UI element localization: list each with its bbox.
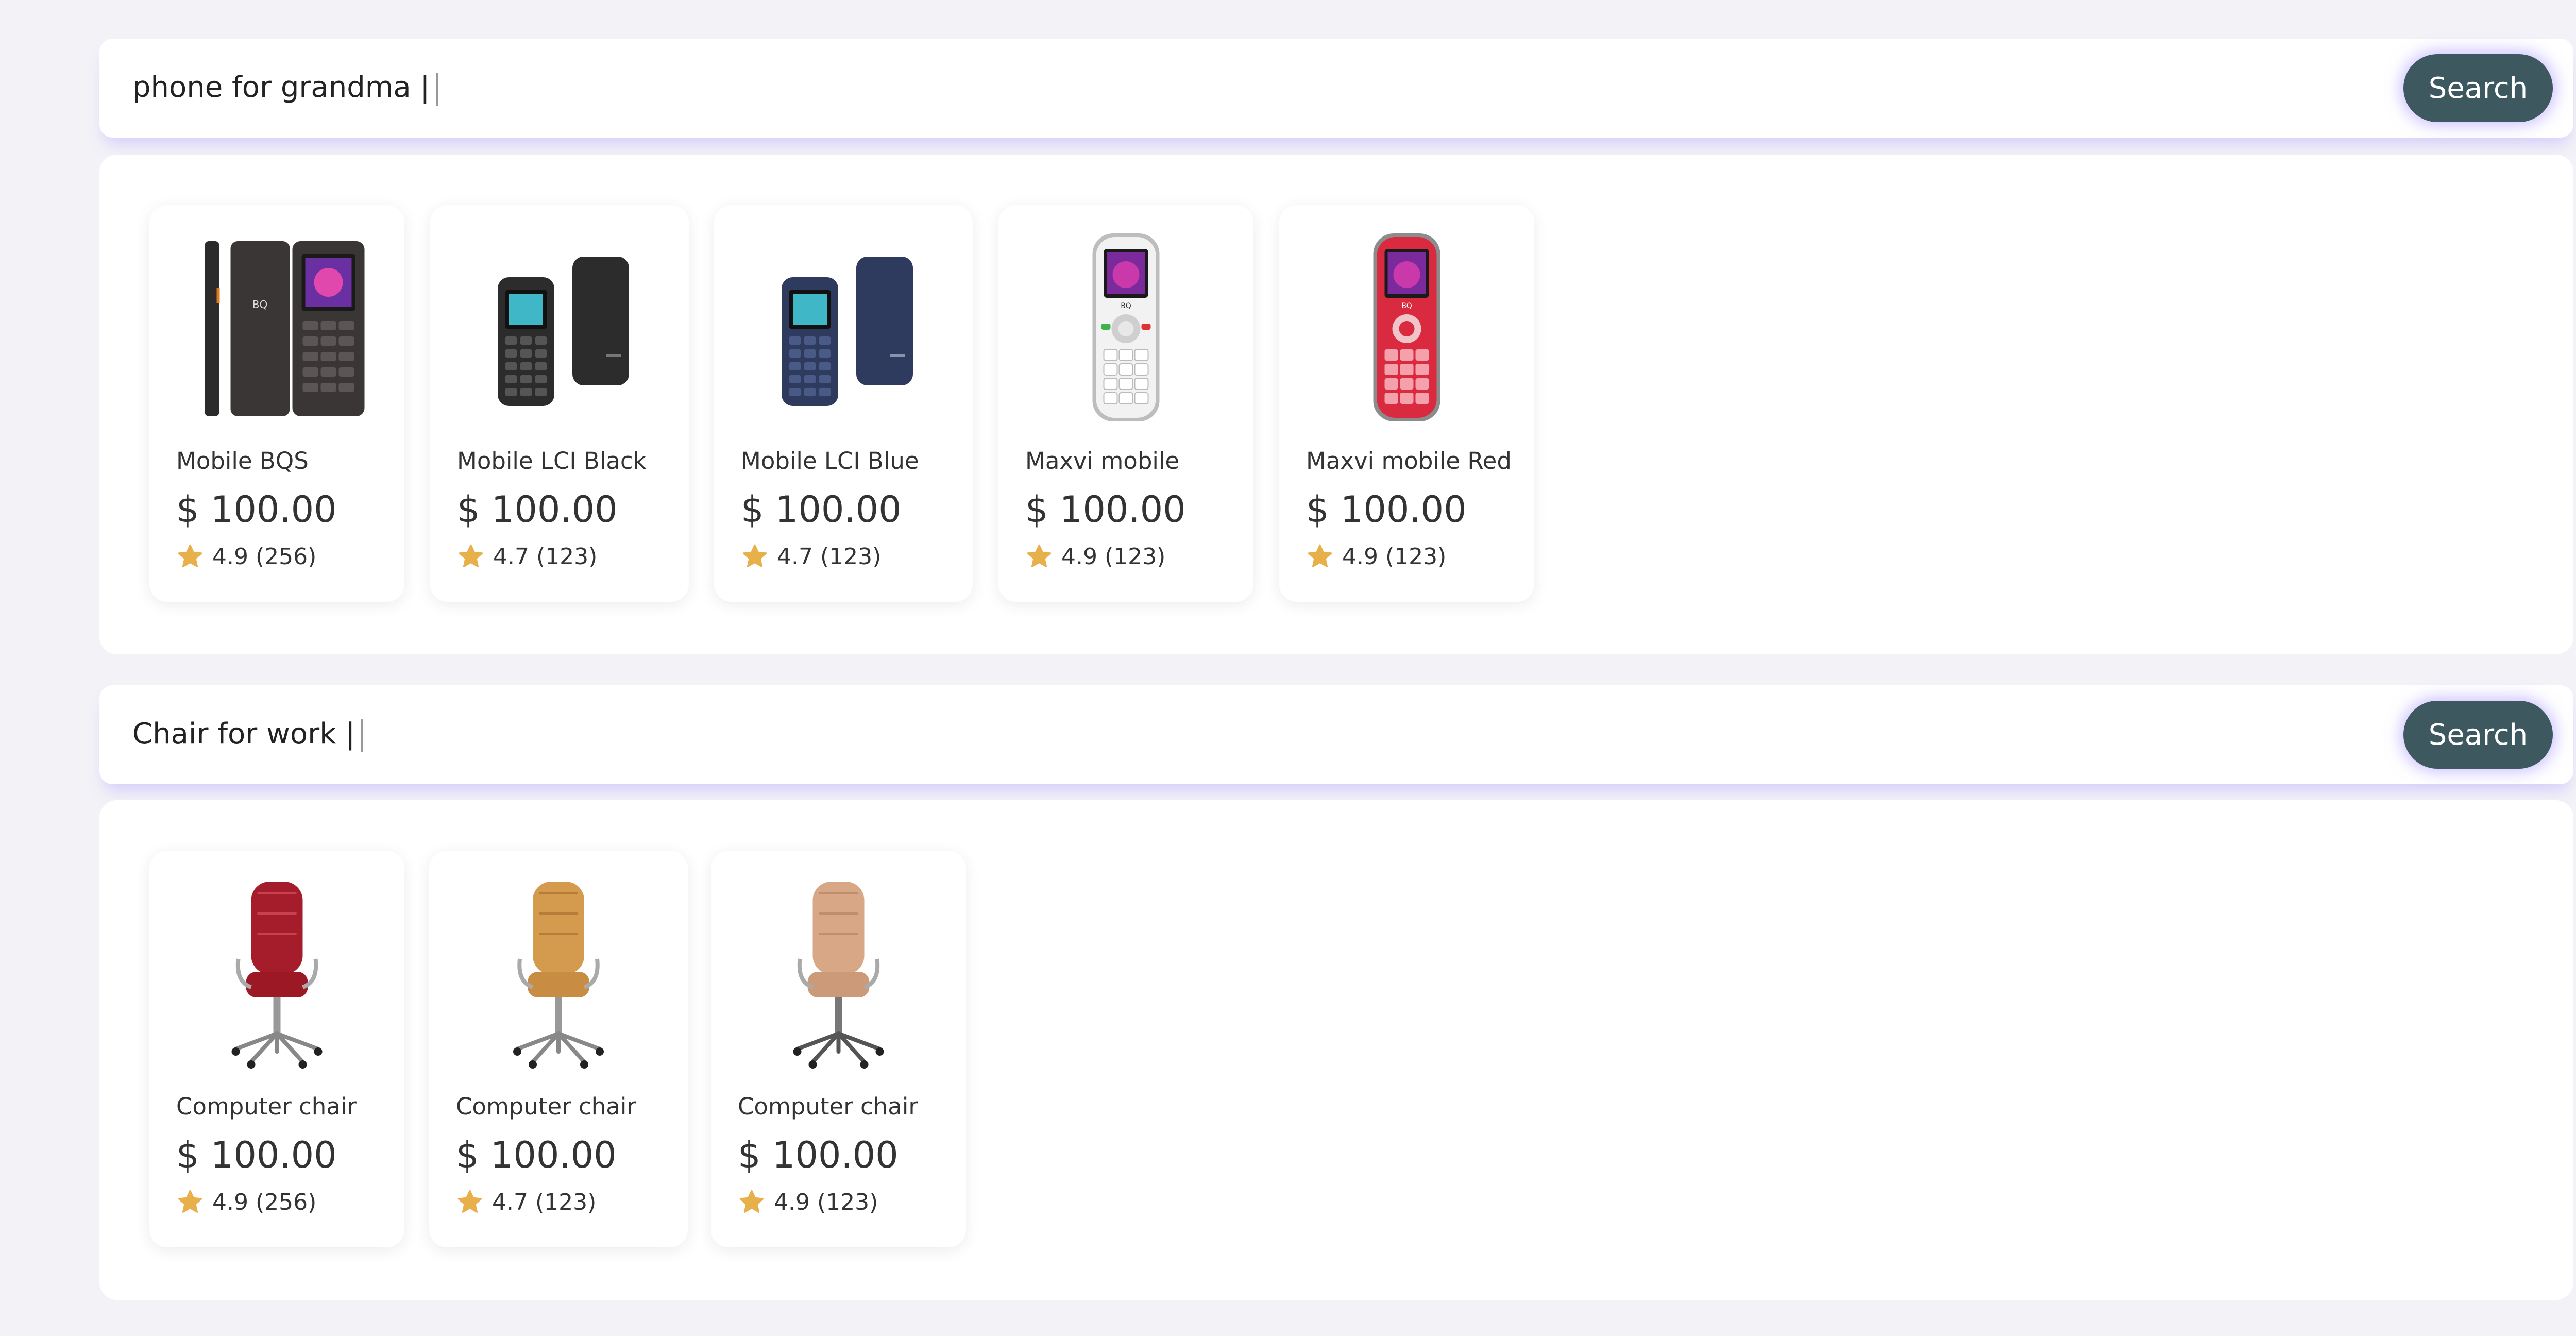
star-icon xyxy=(176,543,204,570)
product-card[interactable]: Computer chair $ 100.00 4.7 (123) xyxy=(429,851,688,1247)
product-price: $ 100.00 xyxy=(1306,488,1467,531)
search-bar-phones: phone for grandma | Search xyxy=(99,39,2573,138)
beige-office-chair-icon xyxy=(732,871,945,1072)
product-card[interactable]: Computer chair $ 100.00 4.9 (256) xyxy=(149,851,404,1247)
product-name: Computer chair xyxy=(176,1093,357,1120)
blue-compact-phone-icon xyxy=(735,226,952,427)
star-icon xyxy=(176,1188,204,1216)
product-price: $ 100.00 xyxy=(176,488,337,531)
product-rating: 4.9 (123) xyxy=(738,1188,878,1216)
product-price: $ 100.00 xyxy=(176,1134,337,1176)
product-name: Mobile LCI Black xyxy=(457,447,647,475)
text-caret xyxy=(436,72,438,106)
rating-text: 4.9 (123) xyxy=(1061,543,1166,570)
product-price: $ 100.00 xyxy=(456,1134,617,1176)
search-button[interactable]: Search xyxy=(2403,54,2553,122)
product-rating: 4.9 (123) xyxy=(1306,543,1446,570)
product-card[interactable]: BQ Maxvi mobile $ 100.00 4.9 (123) xyxy=(998,205,1253,602)
svg-text:BQ: BQ xyxy=(1121,302,1131,310)
white-senior-phone-icon: BQ xyxy=(1019,226,1233,427)
results-panel-chairs: Computer chair $ 100.00 4.9 (256) Comput… xyxy=(99,800,2573,1300)
text-caret xyxy=(361,719,364,752)
rating-text: 4.7 (123) xyxy=(492,1189,597,1215)
search-bar-chairs: Chair for work | Search xyxy=(99,685,2573,784)
rating-text: 4.9 (256) xyxy=(212,543,317,570)
product-card[interactable]: Mobile LCI Blue $ 100.00 4.7 (123) xyxy=(714,205,973,602)
search-button[interactable]: Search xyxy=(2403,701,2553,769)
results-panel-phones: BQ Mobile BQS $ 100.00 4.9 (256) Mobile … xyxy=(99,155,2573,654)
rating-text: 4.9 (123) xyxy=(1342,543,1447,570)
product-card[interactable]: Computer chair $ 100.00 4.9 (123) xyxy=(711,851,966,1247)
star-icon xyxy=(1306,543,1334,570)
product-rating: 4.7 (123) xyxy=(741,543,881,570)
product-name: Mobile LCI Blue xyxy=(741,447,919,475)
star-icon xyxy=(741,543,769,570)
product-name: Maxvi mobile xyxy=(1025,447,1180,475)
product-price: $ 100.00 xyxy=(1025,488,1186,531)
star-icon xyxy=(457,543,485,570)
search-input[interactable]: phone for grandma | xyxy=(132,71,438,106)
svg-text:BQ: BQ xyxy=(1401,302,1412,310)
product-name: Maxvi mobile Red xyxy=(1306,447,1512,475)
star-icon xyxy=(1025,543,1053,570)
star-icon xyxy=(456,1188,484,1216)
rating-text: 4.9 (123) xyxy=(774,1189,878,1215)
product-price: $ 100.00 xyxy=(741,488,902,531)
rating-text: 4.7 (123) xyxy=(493,543,598,570)
rating-text: 4.7 (123) xyxy=(777,543,882,570)
product-card[interactable]: Mobile LCI Black $ 100.00 4.7 (123) xyxy=(430,205,689,602)
product-rating: 4.9 (123) xyxy=(1025,543,1165,570)
product-price: $ 100.00 xyxy=(457,488,618,531)
product-card[interactable]: BQ Mobile BQS $ 100.00 4.9 (256) xyxy=(149,205,404,602)
product-rating: 4.7 (123) xyxy=(457,543,597,570)
rating-text: 4.9 (256) xyxy=(212,1189,317,1215)
red-senior-phone-icon: BQ xyxy=(1300,226,1514,427)
product-card[interactable]: BQ Maxvi mobile Red $ 100.00 4.9 (123) xyxy=(1279,205,1534,602)
product-rating: 4.9 (256) xyxy=(176,1188,316,1216)
star-icon xyxy=(738,1188,766,1216)
product-rating: 4.9 (256) xyxy=(176,543,316,570)
product-name: Mobile BQS xyxy=(176,447,309,475)
product-price: $ 100.00 xyxy=(738,1134,899,1176)
black-compact-phone-icon xyxy=(451,226,668,427)
svg-text:BQ: BQ xyxy=(252,298,267,311)
black-feature-phone-icon: BQ xyxy=(170,226,384,427)
red-office-chair-icon xyxy=(170,871,384,1072)
search-input[interactable]: Chair for work | xyxy=(132,717,364,752)
tan-office-chair-icon xyxy=(450,871,667,1072)
product-name: Computer chair xyxy=(738,1093,918,1120)
product-rating: 4.7 (123) xyxy=(456,1188,596,1216)
product-name: Computer chair xyxy=(456,1093,636,1120)
